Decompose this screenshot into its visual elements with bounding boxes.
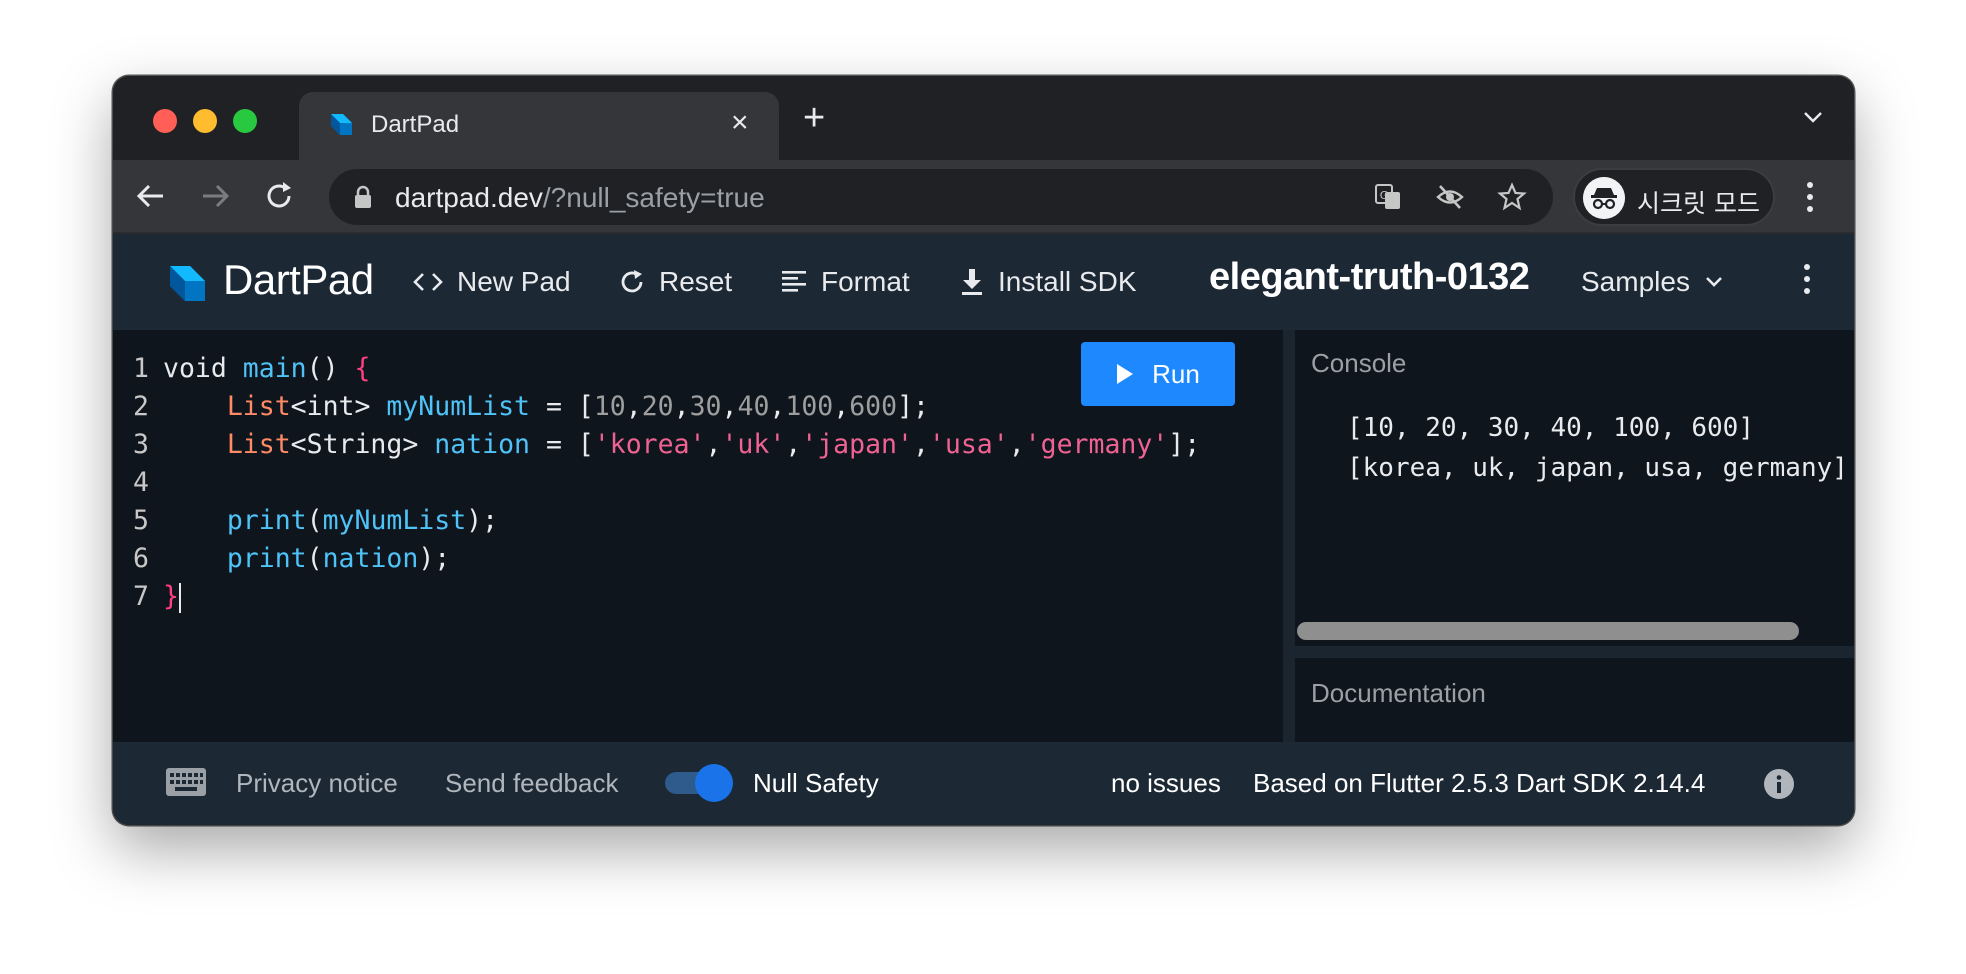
- dart-logo-icon: [331, 114, 352, 135]
- code-icon: [413, 273, 443, 291]
- format-lines-icon: [782, 271, 806, 292]
- code-line: 6 print(nation);: [133, 543, 451, 574]
- format-button[interactable]: Format: [781, 262, 910, 302]
- tab-title: DartPad: [371, 111, 460, 138]
- console-label: Console: [1311, 348, 1407, 378]
- browser-tab-dartpad[interactable]: DartPad ×: [299, 92, 779, 160]
- sdk-version: Based on Flutter 2.5.3 Dart SDK 2.14.4: [1253, 768, 1706, 798]
- close-window-button[interactable]: [153, 109, 177, 133]
- console-panel: Console [10, 20, 30, 40, 100, 600] [korea…: [1295, 330, 1854, 646]
- incognito-label: 시크릿 모드: [1637, 189, 1760, 218]
- svg-text:G: G: [1380, 189, 1389, 202]
- documentation-label: Documentation: [1311, 678, 1486, 708]
- download-icon: [962, 269, 982, 295]
- address-bar[interactable]: dartpad.dev/?null_safety=true G: [329, 169, 1553, 225]
- browser-menu-icon[interactable]: [1806, 182, 1814, 216]
- null-safety-label: Null Safety: [753, 768, 879, 798]
- new-pad-button[interactable]: New Pad: [413, 262, 571, 302]
- new-tab-button[interactable]: +: [803, 98, 825, 138]
- issues-status[interactable]: no issues: [1111, 768, 1221, 799]
- translate-icon[interactable]: G: [1373, 182, 1403, 212]
- browser-window: DartPad × + dartpad.dev/?null_safety=tru…: [113, 76, 1854, 825]
- app-title: DartPad: [223, 256, 374, 303]
- back-arrow-icon[interactable]: [133, 178, 169, 214]
- url-text: dartpad.dev/?null_safety=true: [395, 182, 765, 213]
- maximize-window-button[interactable]: [233, 109, 257, 133]
- console-scrollbar[interactable]: [1297, 622, 1799, 640]
- reload-icon[interactable]: [261, 178, 297, 214]
- code-line: 4: [133, 467, 149, 498]
- text-cursor: [178, 582, 181, 613]
- samples-dropdown[interactable]: Samples: [1581, 262, 1724, 302]
- documentation-panel: Documentation: [1295, 658, 1854, 742]
- toggle-thumb: [695, 764, 733, 802]
- code-line: 1 void main() {: [133, 353, 371, 384]
- chevron-down-icon: [1706, 277, 1722, 287]
- minimize-window-button[interactable]: [193, 109, 217, 133]
- run-button[interactable]: Run: [1081, 342, 1235, 406]
- info-icon[interactable]: [1763, 768, 1795, 800]
- dart-logo-icon: [170, 266, 205, 301]
- code-line: 5 print(myNumList);: [133, 505, 499, 536]
- reset-button[interactable]: Reset: [619, 262, 732, 302]
- eye-off-icon[interactable]: [1435, 182, 1465, 212]
- privacy-notice-link[interactable]: Privacy notice: [236, 768, 398, 799]
- install-sdk-button[interactable]: Install SDK: [960, 262, 1137, 302]
- code-line: 7}: [133, 581, 181, 613]
- footer-bar: Privacy notice Send feedback Null Safety…: [113, 742, 1854, 825]
- null-safety-toggle[interactable]: [665, 762, 735, 802]
- send-feedback-link[interactable]: Send feedback: [445, 768, 618, 799]
- more-options-icon[interactable]: [1803, 264, 1811, 298]
- chevron-down-icon[interactable]: [1802, 106, 1824, 128]
- pad-name: elegant-truth-0132: [1209, 256, 1530, 298]
- close-tab-icon[interactable]: ×: [731, 108, 749, 138]
- tab-strip: DartPad × +: [113, 76, 1854, 160]
- panel-splitter[interactable]: [1295, 646, 1854, 658]
- refresh-icon: [621, 270, 643, 293]
- code-editor[interactable]: 1 void main() { 2 List<int> myNumList = […: [113, 330, 1283, 742]
- incognito-badge[interactable]: 시크릿 모드: [1573, 168, 1775, 226]
- lock-icon: [355, 185, 371, 208]
- bookmark-star-icon[interactable]: [1497, 182, 1527, 212]
- keyboard-icon[interactable]: [165, 766, 207, 798]
- forward-arrow-icon[interactable]: [197, 178, 233, 214]
- editor-splitter[interactable]: [1283, 330, 1295, 742]
- code-line: 3 List<String> nation = ['korea','uk','j…: [133, 429, 1201, 460]
- browser-toolbar: dartpad.dev/?null_safety=true G 시크릿 모드: [113, 160, 1854, 234]
- dartpad-header: DartPad New Pad Reset Format Install SDK…: [113, 234, 1854, 330]
- code-line: 2 List<int> myNumList = [10,20,30,40,100…: [133, 391, 930, 422]
- play-icon: [1117, 364, 1134, 384]
- console-output: [10, 20, 30, 40, 100, 600] [korea, uk, ja…: [1347, 413, 1848, 483]
- code-lines: 1 void main() { 2 List<int> myNumList = […: [113, 350, 1200, 616]
- incognito-icon: [1583, 177, 1625, 219]
